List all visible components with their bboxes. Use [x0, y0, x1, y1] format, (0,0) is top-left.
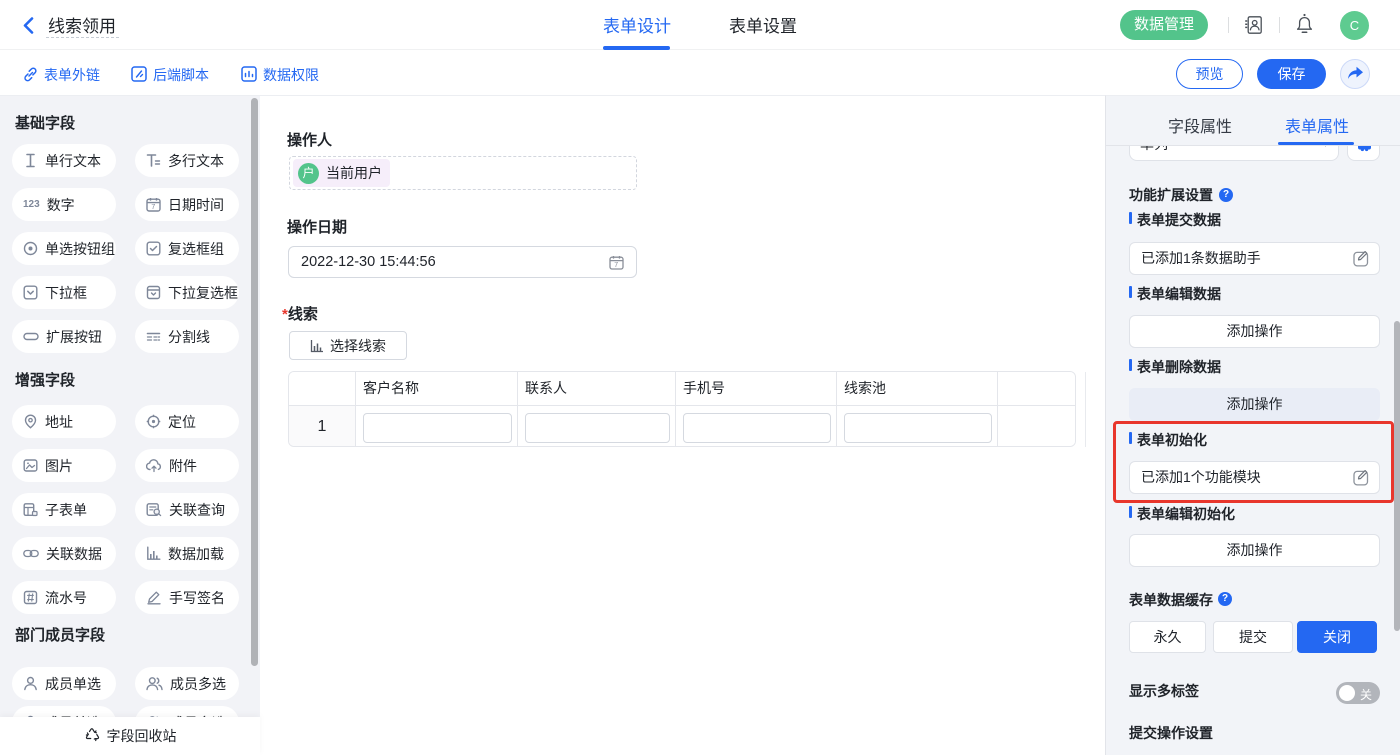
svg-text:7: 7: [151, 204, 155, 211]
svg-text:7: 7: [614, 262, 618, 269]
